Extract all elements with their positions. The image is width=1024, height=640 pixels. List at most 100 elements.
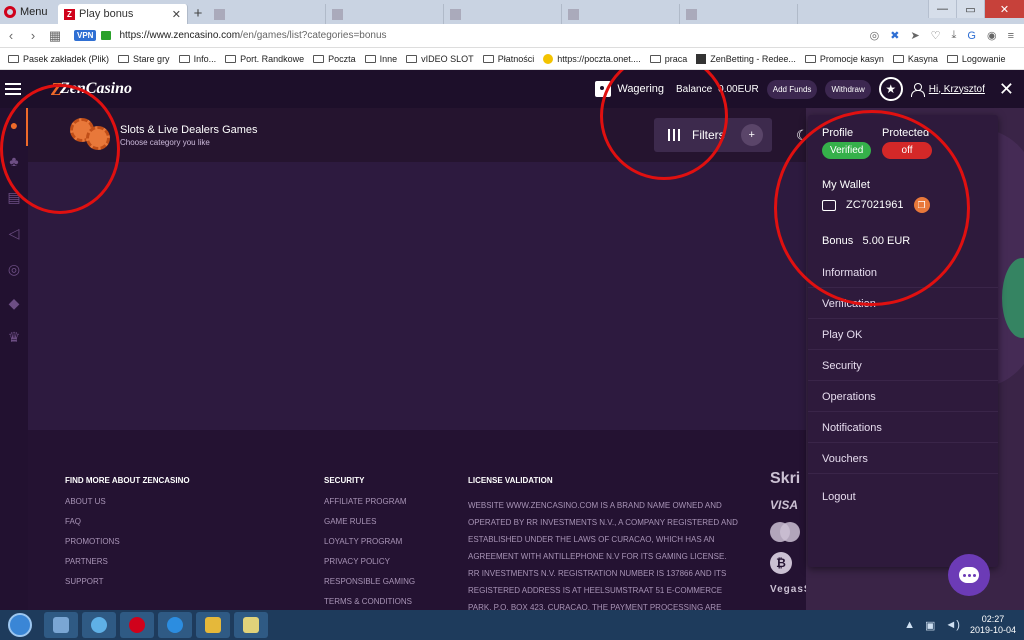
forward-icon[interactable]: ›	[22, 28, 44, 43]
logout-button[interactable]: Logout	[808, 482, 998, 512]
chat-icon[interactable]: ◆	[5, 294, 23, 312]
windows-logo-icon	[8, 613, 32, 637]
taskbar-ie-icon[interactable]	[82, 612, 116, 638]
bookmark-item[interactable]: ZenBetting - Redee...	[696, 53, 796, 64]
bookmark-item[interactable]: Płatności	[482, 54, 534, 64]
extension-icon[interactable]: ✖	[890, 29, 899, 42]
opera-logo-icon	[4, 6, 16, 18]
back-icon[interactable]: ‹	[0, 28, 22, 43]
tab-background[interactable]	[444, 4, 562, 24]
tab-play-bonus[interactable]: Z Play bonus ✕	[58, 4, 188, 24]
tab-background[interactable]	[208, 4, 326, 24]
profile-menu-item[interactable]: Play OK	[808, 320, 998, 350]
translate-icon[interactable]: G	[967, 30, 976, 42]
add-funds-button[interactable]: Add Funds	[766, 79, 818, 99]
loyalty-star-icon[interactable]: ★	[878, 77, 903, 101]
profile-menu-item[interactable]: Notifications	[808, 413, 998, 443]
footer-link[interactable]: PARTNERS	[65, 557, 190, 566]
copy-icon[interactable]: ❐	[913, 197, 930, 213]
download-icon[interactable]: ⤓	[952, 29, 957, 42]
footer-link[interactable]: PRIVACY POLICY	[324, 557, 415, 566]
protected-toggle[interactable]: off	[882, 142, 932, 159]
tab-background[interactable]	[562, 4, 680, 24]
profile-menu-item[interactable]: Verification	[808, 289, 998, 319]
footer-col-about: FIND MORE ABOUT ZENCASINO ABOUT US FAQ PRO…	[65, 476, 190, 597]
start-button[interactable]	[0, 610, 40, 640]
bookmark-item[interactable]: Port. Randkowe	[225, 54, 304, 64]
bookmark-item[interactable]: Info...	[178, 54, 216, 64]
withdraw-button[interactable]: Withdraw	[825, 79, 871, 99]
wallet-title: My Wallet	[822, 179, 870, 191]
browser-menu-icon[interactable]: ≡	[1008, 30, 1014, 42]
new-tab-button[interactable]: +	[188, 5, 208, 24]
bookmark-item[interactable]: https://poczta.onet....	[543, 53, 641, 64]
bookmark-item[interactable]: Promocje kasyn	[804, 54, 884, 64]
taskbar-folder-icon[interactable]	[196, 612, 230, 638]
lock-icon[interactable]	[101, 31, 112, 40]
slots-icon[interactable]: ▤	[5, 188, 23, 206]
live-dealers-icon[interactable]: ♣	[5, 152, 23, 170]
bookmark-item[interactable]: Inne	[364, 54, 397, 64]
minimize-icon[interactable]: —	[928, 0, 956, 18]
filters-button[interactable]: Filters +	[654, 118, 772, 152]
bonus-bag-icon[interactable]: ●	[5, 116, 23, 134]
footer-link[interactable]: GAME RULES	[324, 517, 415, 526]
vpn-badge[interactable]: VPN	[74, 30, 97, 41]
hamburger-menu-icon[interactable]	[5, 83, 21, 95]
bookmark-item[interactable]: Poczta	[313, 54, 356, 64]
tab-close-icon[interactable]: ✕	[172, 8, 181, 21]
bookmark-item[interactable]: Logowanie	[946, 53, 1006, 64]
taskbar-app-icon[interactable]	[158, 612, 192, 638]
volume-icon[interactable]: ◄)	[945, 619, 960, 631]
heart-icon[interactable]: ♡	[931, 29, 941, 42]
taskbar-media-icon[interactable]	[234, 612, 268, 638]
bookmark-item[interactable]: vIDEO SLOT	[406, 54, 474, 64]
category-subtitle: Choose category you like	[120, 137, 210, 147]
camera-icon[interactable]: ◎	[870, 29, 880, 42]
footer-link[interactable]: SUPPORT	[65, 577, 190, 586]
profile-menu-item[interactable]: Operations	[808, 382, 998, 412]
footer-link[interactable]: TERMS & CONDITIONS	[324, 597, 415, 606]
tab-background[interactable]	[326, 4, 444, 24]
footer-link[interactable]: LOYALTY PROGRAM	[324, 537, 415, 546]
footer-link[interactable]: RESPONSIBLE GAMING	[324, 577, 415, 586]
network-icon[interactable]: ▣	[925, 619, 935, 632]
bookmark-label: Logowanie	[961, 53, 1006, 64]
bookmark-item[interactable]: Kasyna	[892, 54, 938, 64]
footer-link[interactable]: PROMOTIONS	[65, 537, 190, 546]
taskbar-network-icon[interactable]	[44, 612, 78, 638]
footer-link[interactable]: ABOUT US	[65, 497, 190, 506]
profile-menu-item[interactable]: Information	[808, 258, 998, 288]
profile-menu-item[interactable]: Vouchers	[808, 444, 998, 474]
folder-icon	[178, 54, 190, 63]
bookmark-item[interactable]: Pasek zakładek (Plik)	[8, 54, 109, 64]
vpn-extension-icon[interactable]: ◉	[987, 29, 997, 42]
url-field[interactable]: https://www.zencasino.com/en/games/list?…	[119, 30, 869, 41]
opera-menu-button[interactable]: Menu	[0, 0, 58, 24]
wagering-button[interactable]: Wagering	[595, 81, 664, 97]
bookmark-item[interactable]: Stare gry	[118, 54, 170, 64]
close-window-icon[interactable]: ✕	[984, 0, 1024, 18]
taskbar-opera-icon[interactable]	[120, 612, 154, 638]
zencasino-logo[interactable]: Z ZenCasino	[51, 79, 132, 100]
system-clock[interactable]: 02:27 2019-10-04	[970, 614, 1016, 636]
close-panel-icon[interactable]: ✕	[999, 79, 1014, 100]
wallet-icon	[822, 199, 836, 211]
user-profile-link[interactable]: Hi, Krzysztof	[910, 82, 985, 97]
support-icon[interactable]: ◎	[5, 260, 23, 278]
promotions-megaphone-icon[interactable]: ◁	[5, 224, 23, 242]
footer-link[interactable]: FAQ	[65, 517, 190, 526]
speed-dial-icon[interactable]: ▦	[44, 28, 66, 44]
filters-label: Filters	[692, 128, 725, 142]
live-chat-button[interactable]	[948, 554, 990, 596]
trophy-icon[interactable]: ♛	[5, 328, 23, 346]
profile-menu-item[interactable]: Security	[808, 351, 998, 381]
bookmark-item[interactable]: praca	[649, 54, 687, 64]
maximize-icon[interactable]: ▭	[956, 0, 984, 18]
protected-label: Protected	[882, 127, 930, 139]
filters-add-button[interactable]: +	[740, 124, 763, 146]
tray-expand-icon[interactable]: ▲	[904, 619, 915, 631]
send-icon[interactable]: ➤	[910, 29, 919, 42]
tab-background[interactable]	[680, 4, 798, 24]
footer-link[interactable]: AFFILIATE PROGRAM	[324, 497, 415, 506]
